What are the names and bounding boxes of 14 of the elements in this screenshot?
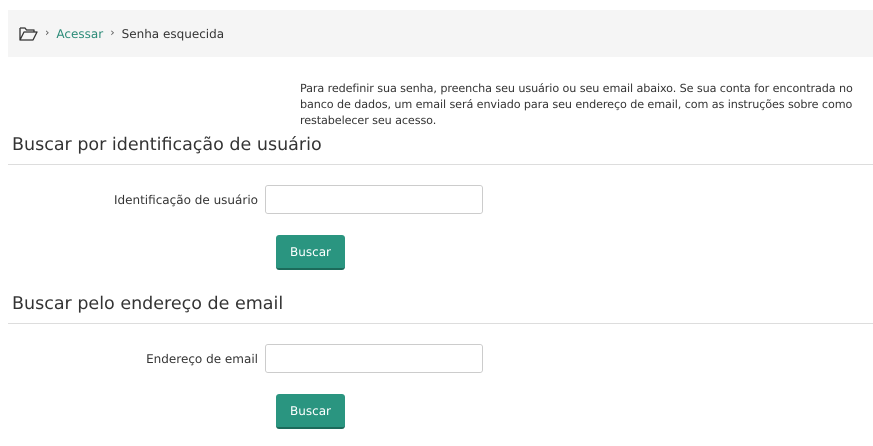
breadcrumb-separator: › bbox=[110, 25, 115, 42]
input-field[interactable] bbox=[265, 185, 483, 214]
section-heading: Buscar pelo endereço de email bbox=[12, 294, 284, 315]
intro-paragraph: Para redefinir sua senha, preencha seu usuário ou seu email abaixo. Se sua conta for encontrada no banco de dados, um email será enviado para seu endereço de email, com as instruções sobre como restabelecer seu acesso. bbox=[300, 81, 854, 129]
search-button[interactable]: Buscar bbox=[276, 394, 345, 429]
breadcrumb-link[interactable]: Acessar bbox=[56, 24, 104, 42]
field-label: Identificação de usuário bbox=[112, 192, 259, 208]
search-button[interactable]: Buscar bbox=[276, 235, 345, 270]
field-label: Endereço de email bbox=[145, 350, 259, 368]
breadcrumb-current: Senha esquecida bbox=[122, 26, 224, 42]
folder-icon[interactable] bbox=[19, 26, 38, 40]
input-field[interactable] bbox=[265, 344, 483, 373]
breadcrumb-separator: › bbox=[45, 25, 50, 42]
section-heading: Buscar por identificação de usuário bbox=[12, 135, 323, 156]
